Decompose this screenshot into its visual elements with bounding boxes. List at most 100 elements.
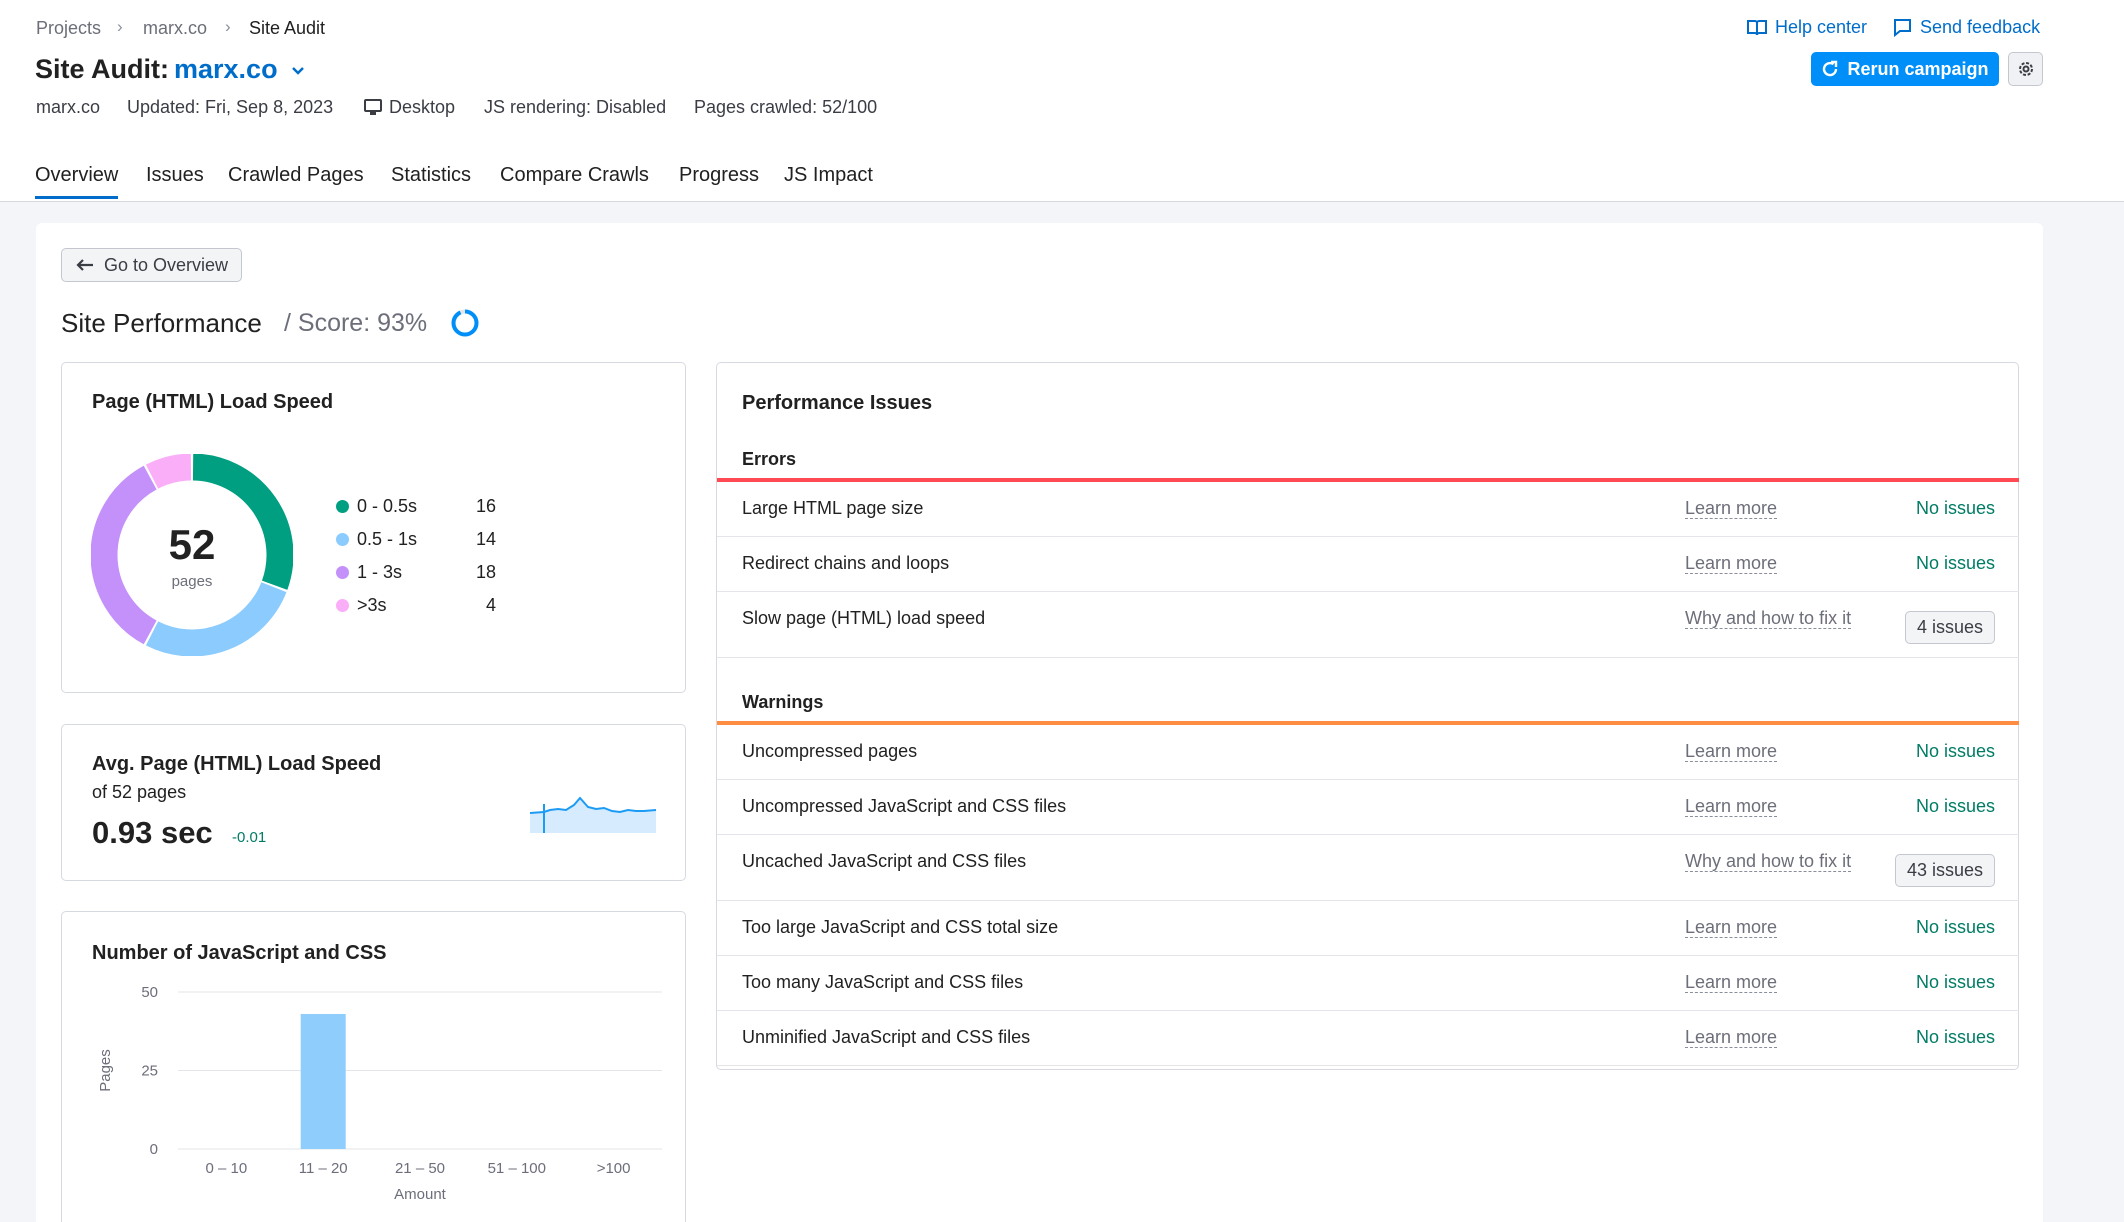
- legend-value: 16: [475, 496, 496, 516]
- meta-updated: Updated: Fri, Sep 8, 2023: [127, 97, 334, 117]
- legend-label: 0.5 - 1s: [357, 529, 418, 549]
- y-axis-label: Pages: [97, 1049, 114, 1092]
- load-speed-legend: 0 - 0.5s 16 0.5 - 1s 14 1 - 3s 18 >3s 4: [336, 490, 496, 622]
- chevron-right-icon: ›: [225, 17, 231, 36]
- load-speed-title: Page (HTML) Load Speed: [92, 391, 334, 413]
- issue-row: Uncached JavaScript and CSS files Why and…: [717, 835, 2019, 901]
- issue-row: Uncompressed pages Learn more No issues: [717, 725, 2019, 780]
- legend-item[interactable]: 1 - 3s 18: [336, 556, 496, 589]
- donut-slice[interactable]: [145, 581, 287, 656]
- chevron-down-icon: [292, 66, 304, 75]
- legend-item[interactable]: >3s 4: [336, 589, 496, 622]
- tab-progress[interactable]: Progress: [679, 164, 759, 187]
- x-tick-label: 0 – 10: [206, 1160, 248, 1177]
- issue-name[interactable]: Uncached JavaScript and CSS files: [742, 851, 1026, 872]
- rerun-campaign-label: Rerun campaign: [1847, 58, 1989, 79]
- learn-more-link[interactable]: Learn more: [1685, 498, 1778, 519]
- x-tick-label: 21 – 50: [395, 1160, 445, 1177]
- tab-issues[interactable]: Issues: [146, 164, 204, 187]
- learn-more-link[interactable]: Learn more: [1685, 972, 1778, 993]
- issue-name[interactable]: Slow page (HTML) load speed: [742, 608, 985, 629]
- y-tick-label: 0: [150, 1141, 158, 1158]
- x-tick-label: 11 – 20: [299, 1160, 348, 1177]
- avg-speed-value: 0.93 sec: [92, 815, 213, 850]
- legend-label: 0 - 0.5s: [357, 496, 418, 516]
- issue-status: No issues: [1915, 917, 1995, 937]
- y-tick-label: 25: [141, 1063, 158, 1080]
- page-title: Site Performance: [61, 308, 262, 338]
- issue-status: No issues: [1915, 972, 1995, 992]
- avg-speed-card: Avg. Page (HTML) Load Speed of 52 pages …: [61, 724, 686, 881]
- avg-speed-delta: -0.01: [232, 829, 267, 846]
- learn-more-link[interactable]: Learn more: [1685, 741, 1778, 762]
- issue-name[interactable]: Large HTML page size: [742, 498, 923, 519]
- issue-name[interactable]: Too large JavaScript and CSS total size: [742, 917, 1058, 938]
- score-ring-icon: [451, 309, 479, 337]
- legend-value: 18: [475, 562, 496, 582]
- refresh-icon: [1823, 60, 1838, 77]
- issue-name[interactable]: Redirect chains and loops: [742, 553, 949, 574]
- issue-row: Unminified JavaScript and CSS files Learn…: [717, 1011, 2019, 1066]
- performance-issues-title: Performance Issues: [742, 392, 933, 414]
- go-to-overview-button[interactable]: Go to Overview: [61, 248, 242, 282]
- tab-js-impact[interactable]: JS Impact: [784, 164, 873, 187]
- issue-row: Slow page (HTML) load speed Why and how t…: [717, 592, 2019, 658]
- issue-name[interactable]: Uncompressed JavaScript and CSS files: [742, 796, 1066, 817]
- tab-compare-crawls[interactable]: Compare Crawls: [500, 164, 649, 187]
- rerun-campaign-button[interactable]: Rerun campaign: [1811, 52, 1999, 86]
- learn-more-link[interactable]: Learn more: [1685, 1027, 1778, 1048]
- send-feedback-link[interactable]: Send feedback: [1893, 17, 2040, 38]
- legend-label: >3s: [357, 595, 387, 615]
- issue-name[interactable]: Unminified JavaScript and CSS files: [742, 1027, 1030, 1048]
- issue-status: No issues: [1915, 553, 1995, 573]
- send-feedback-label: Send feedback: [1920, 17, 2041, 37]
- legend-value: 14: [475, 529, 496, 549]
- js-css-bar-chart: 0 25 50 0 – 10 11 – 20 21 – 50 51 – 100 >100 Amo…: [97, 984, 662, 1203]
- help-center-link[interactable]: Help center: [1747, 17, 1867, 38]
- page-header-label: Site Audit:: [35, 54, 169, 84]
- score-ring-arc: [451, 309, 479, 337]
- legend-dot: [336, 566, 349, 579]
- avg-speed-sparkline: [530, 796, 657, 833]
- score-label: / Score: 93%: [284, 309, 428, 337]
- legend-label: 1 - 3s: [357, 562, 403, 582]
- top-header: Projects › marx.co › Site Audit Site Aud…: [0, 0, 2124, 202]
- why-and-how-to-fix-link[interactable]: Why and how to fix it: [1685, 608, 1852, 629]
- settings-button[interactable]: [2008, 52, 2043, 86]
- legend-dot: [336, 500, 349, 513]
- help-center-label: Help center: [1775, 17, 1868, 37]
- learn-more-link[interactable]: Learn more: [1685, 553, 1778, 574]
- chevron-right-icon: ›: [117, 17, 123, 36]
- issue-row: Too large JavaScript and CSS total size L…: [717, 901, 2019, 956]
- warnings-heading: Warnings: [742, 692, 824, 712]
- issues-count-badge[interactable]: 43 issues: [1894, 854, 1995, 887]
- breadcrumb-projects[interactable]: Projects: [36, 18, 101, 39]
- issue-name[interactable]: Too many JavaScript and CSS files: [742, 972, 1023, 993]
- issue-name[interactable]: Uncompressed pages: [742, 741, 917, 762]
- project-selector[interactable]: marx.co: [174, 54, 305, 85]
- book-icon: [1747, 19, 1767, 35]
- legend-dot: [336, 533, 349, 546]
- avg-speed-title: Avg. Page (HTML) Load Speed: [92, 753, 382, 775]
- go-to-overview-label: Go to Overview: [103, 254, 229, 275]
- issues-count-badge[interactable]: 4 issues: [1904, 611, 1995, 644]
- meta-pages-crawled: Pages crawled: 52/100: [694, 97, 878, 117]
- bar[interactable]: [300, 1013, 346, 1149]
- why-and-how-to-fix-link[interactable]: Why and how to fix it: [1685, 851, 1852, 872]
- issue-status: No issues: [1915, 498, 1995, 518]
- legend-dot: [336, 599, 349, 612]
- tab-overview[interactable]: Overview: [35, 164, 119, 199]
- donut-slice[interactable]: [145, 454, 192, 489]
- legend-item[interactable]: 0 - 0.5s 16: [336, 490, 496, 523]
- learn-more-link[interactable]: Learn more: [1685, 917, 1778, 938]
- breadcrumb-project[interactable]: marx.co: [143, 18, 207, 39]
- tab-statistics[interactable]: Statistics: [391, 164, 471, 187]
- meta-js-rendering: JS rendering: Disabled: [484, 97, 667, 117]
- legend-item[interactable]: 0.5 - 1s 14: [336, 523, 496, 556]
- chat-bubble-icon: [1894, 19, 1911, 37]
- meta-device: Desktop: [364, 97, 455, 118]
- performance-issues-card: Performance Issues Errors Large HTML pag…: [716, 362, 2019, 1070]
- tab-crawled-pages[interactable]: Crawled Pages: [228, 164, 364, 187]
- learn-more-link[interactable]: Learn more: [1685, 796, 1778, 817]
- issue-status: No issues: [1915, 1027, 1995, 1047]
